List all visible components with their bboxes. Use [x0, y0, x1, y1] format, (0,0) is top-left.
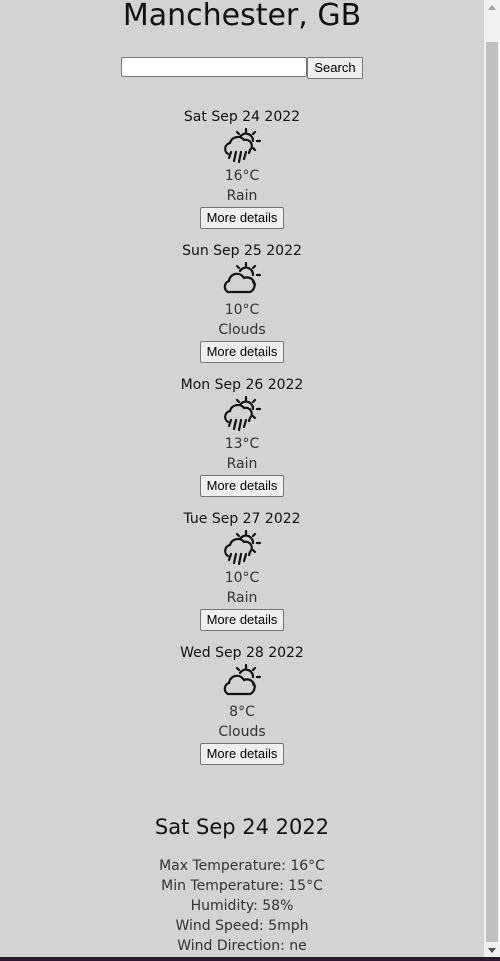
- rain-sun-icon: [224, 529, 262, 566]
- more-details-button[interactable]: More details: [199, 609, 285, 631]
- forecast-day: Tue Sep 27 2022 10°C Rain More details: [0, 510, 484, 631]
- forecast-day: Sat Sep 24 2022 16°C Rain More details: [0, 108, 484, 229]
- taskbar-strip: [0, 957, 500, 961]
- more-details-button[interactable]: More details: [199, 341, 285, 363]
- scroll-up-arrow-icon[interactable]: [484, 0, 500, 14]
- vertical-scrollbar[interactable]: [484, 0, 500, 961]
- forecast-date: Wed Sep 28 2022: [180, 645, 304, 661]
- details-panel: Sat Sep 24 2022 Max Temperature: 16°C Mi…: [0, 812, 484, 956]
- more-details-button[interactable]: More details: [199, 475, 285, 497]
- forecast-condition: Clouds: [218, 724, 266, 740]
- humidity: Humidity: 58%: [190, 898, 294, 914]
- search-button[interactable]: Search: [307, 57, 363, 79]
- forecast-temp: 10°C: [224, 302, 260, 318]
- forecast-temp: 13°C: [224, 436, 260, 452]
- max-temperature: Max Temperature: 16°C: [159, 858, 325, 874]
- city-title: Manchester, GB: [122, 0, 362, 33]
- more-details-button[interactable]: More details: [199, 743, 285, 765]
- forecast-condition: Rain: [226, 590, 258, 606]
- forecast-day: Wed Sep 28 2022 8°C Clouds More details: [0, 644, 484, 765]
- page-viewport: Manchester, GB Search Sat Sep 24 2022 16…: [0, 0, 484, 961]
- forecast-condition: Clouds: [218, 322, 266, 338]
- wind-speed: Wind Speed: 5mph: [175, 918, 309, 934]
- forecast-day: Sun Sep 25 2022 10°C Clouds More details: [0, 242, 484, 363]
- details-title: Sat Sep 24 2022: [154, 815, 330, 839]
- scroll-down-arrow-icon[interactable]: [484, 943, 500, 957]
- forecast-temp: 16°C: [224, 168, 260, 184]
- forecast-temp: 10°C: [224, 570, 260, 586]
- more-details-button[interactable]: More details: [199, 207, 285, 229]
- wind-direction: Wind Direction: ne: [177, 938, 307, 954]
- search-input[interactable]: [121, 57, 308, 77]
- cloud-sun-icon: [223, 261, 262, 294]
- forecast-day: Mon Sep 26 2022 13°C Rain More details: [0, 376, 484, 497]
- forecast-date: Sat Sep 24 2022: [183, 109, 301, 125]
- rain-sun-icon: [224, 395, 262, 432]
- forecast-date: Sun Sep 25 2022: [182, 243, 302, 259]
- forecast-condition: Rain: [226, 188, 258, 204]
- forecast-temp: 8°C: [229, 704, 255, 720]
- forecast-condition: Rain: [226, 456, 258, 472]
- cloud-sun-icon: [223, 663, 262, 696]
- forecast-date: Tue Sep 27 2022: [183, 511, 301, 527]
- scrollbar-thumb[interactable]: [486, 42, 498, 942]
- forecast-date: Mon Sep 26 2022: [180, 377, 304, 393]
- search-row: Search: [0, 57, 484, 79]
- rain-sun-icon: [224, 127, 262, 164]
- min-temperature: Min Temperature: 15°C: [161, 878, 323, 894]
